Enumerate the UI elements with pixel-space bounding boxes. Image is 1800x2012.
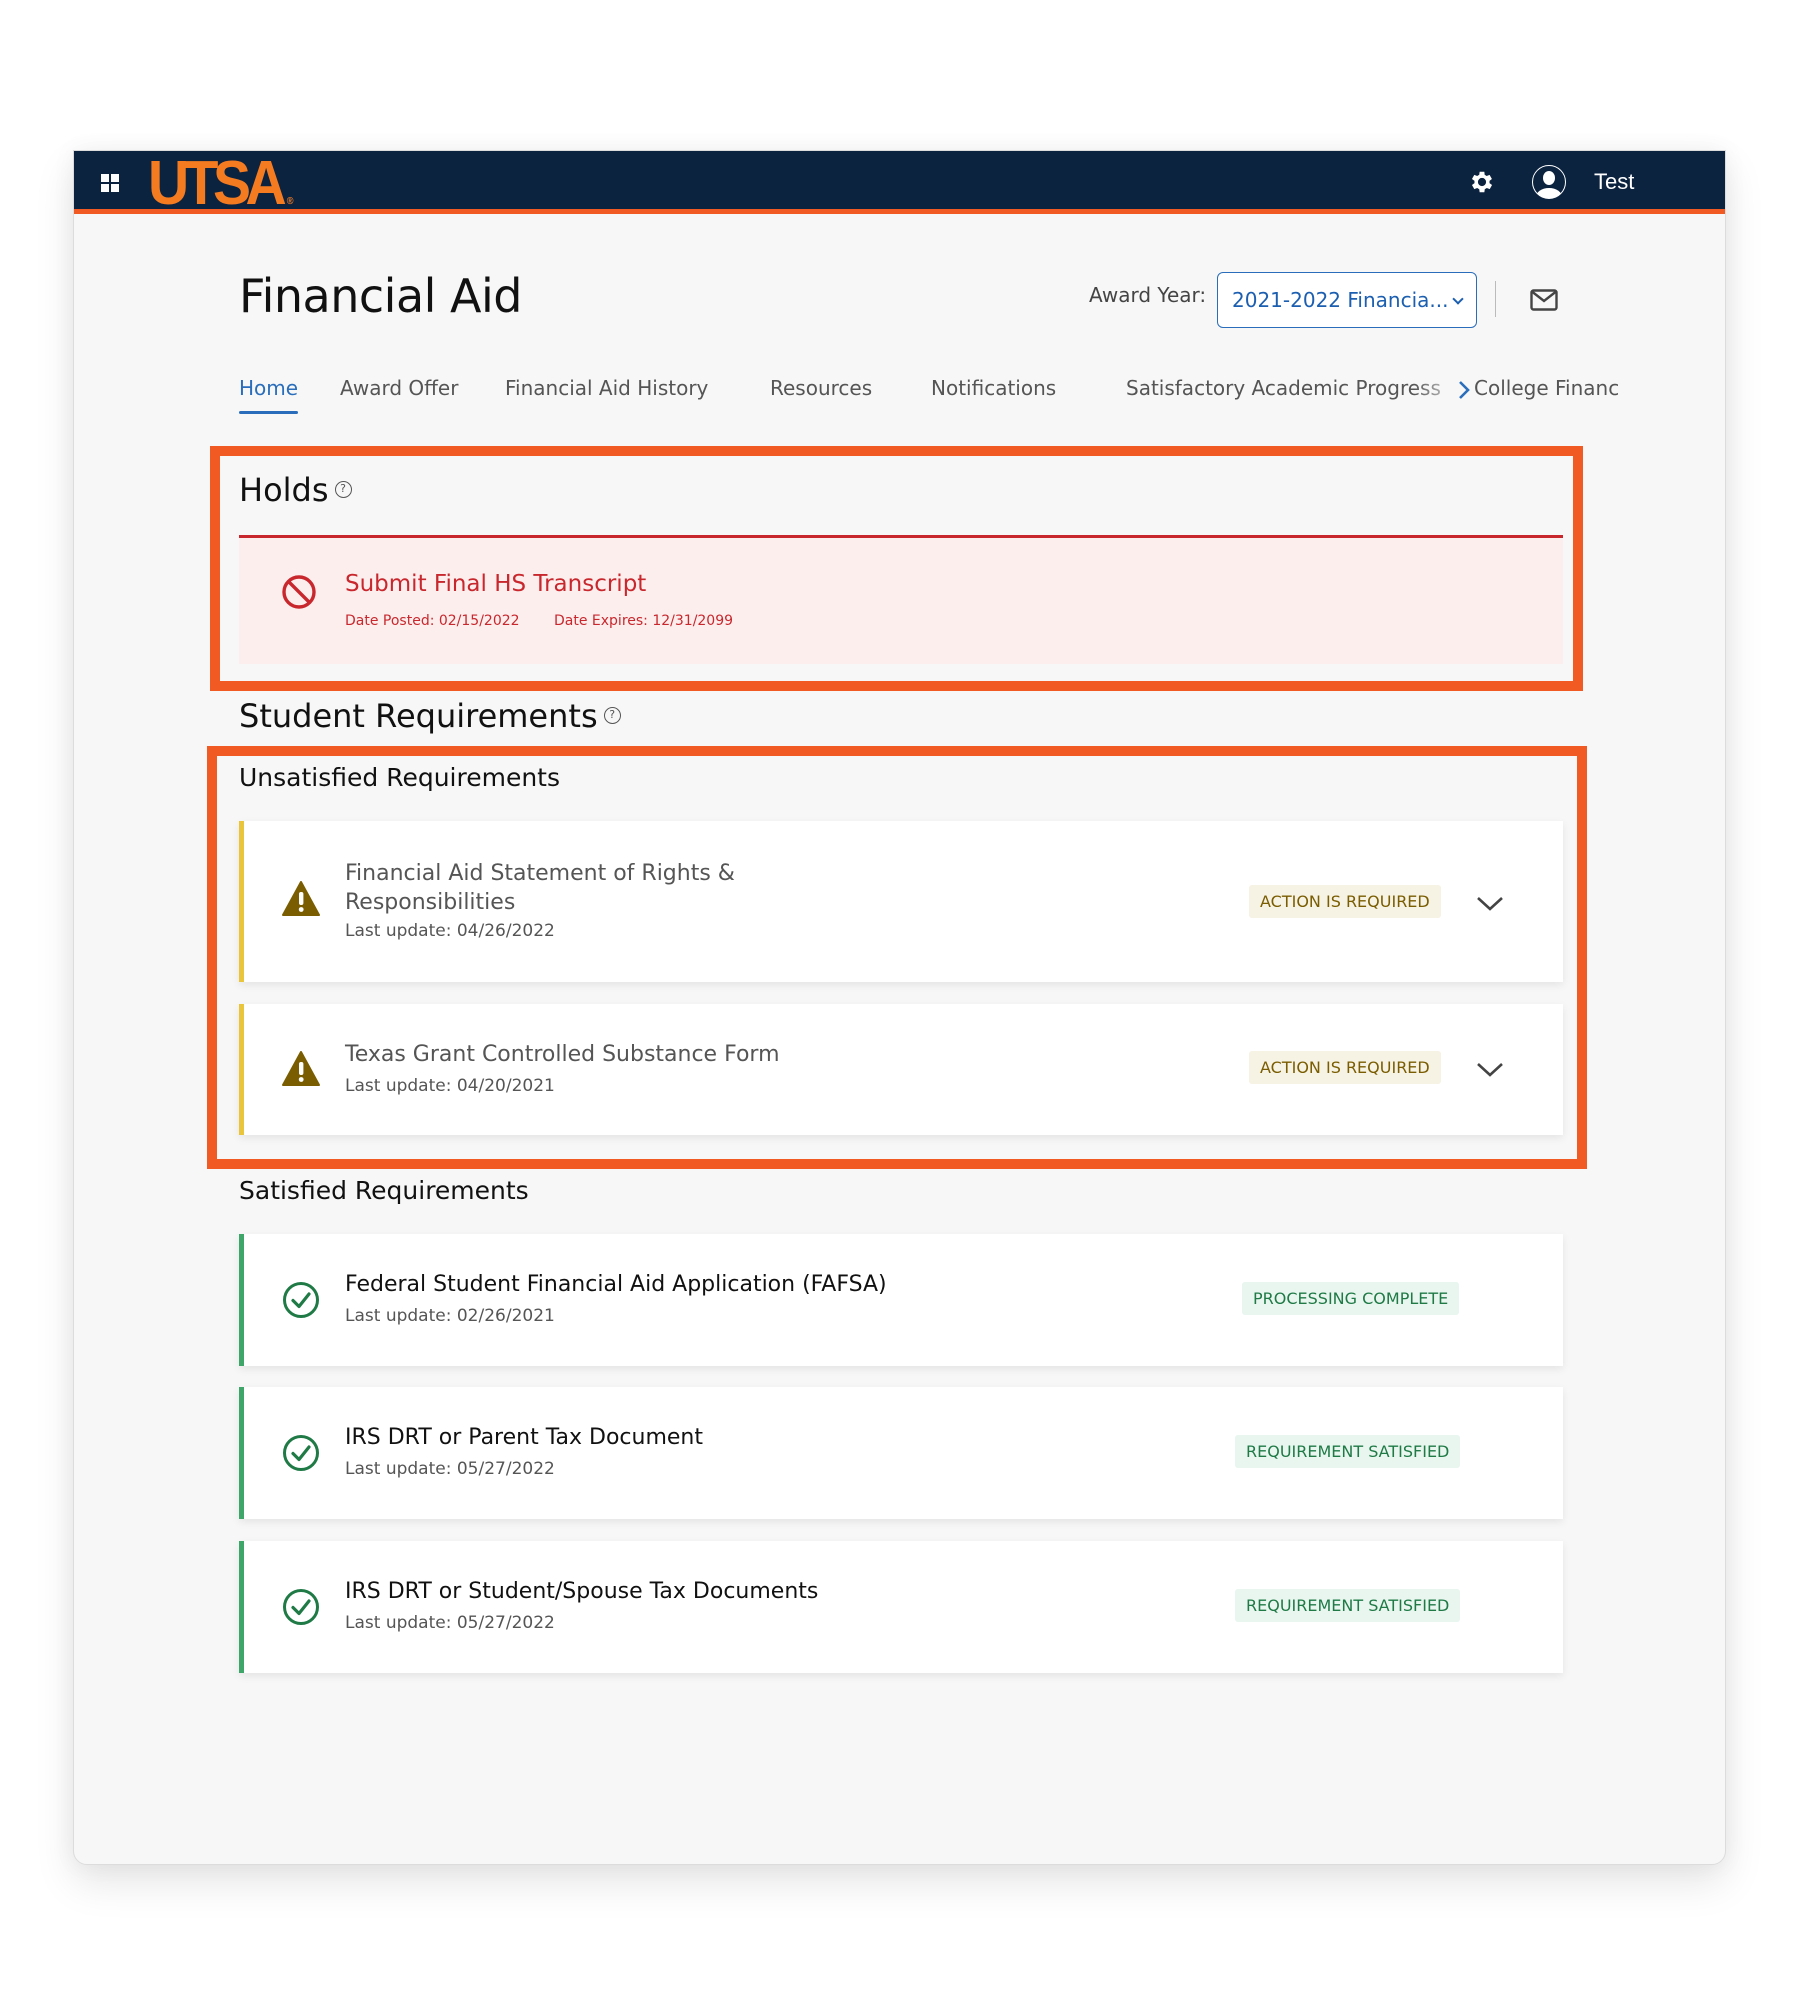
requirement-card: IRS DRT or Student/Spouse Tax Documents …	[239, 1541, 1563, 1673]
requirement-title[interactable]: Texas Grant Controlled Substance Form	[345, 1040, 865, 1069]
student-requirements-heading-text: Student Requirements	[239, 697, 598, 735]
check-circle-icon	[283, 1589, 319, 1625]
warning-icon	[282, 881, 320, 916]
requirement-last-update: Last update: 04/20/2021	[345, 1076, 555, 1096]
warning-icon	[282, 1051, 320, 1086]
requirement-title[interactable]: IRS DRT or Student/Spouse Tax Documents	[345, 1577, 1145, 1606]
chevron-down-icon[interactable]	[1475, 1057, 1505, 1081]
tab-financial-aid-history[interactable]: Financial Aid History	[505, 376, 708, 400]
status-badge: REQUIREMENT SATISFIED	[1235, 1589, 1461, 1622]
award-year-label: Award Year:	[1089, 283, 1207, 307]
apps-grid-icon[interactable]	[101, 174, 119, 192]
chevron-down-icon[interactable]	[1475, 891, 1505, 915]
requirement-last-update: Last update: 05/27/2022	[345, 1613, 555, 1633]
gear-icon[interactable]	[1468, 168, 1496, 196]
holds-heading-text: Holds	[239, 471, 329, 509]
help-icon[interactable]: ?	[334, 480, 352, 498]
tab-college-financing[interactable]: College Financ	[1474, 376, 1619, 400]
requirement-card: Texas Grant Controlled Substance Form La…	[239, 1004, 1563, 1135]
tab-notifications[interactable]: Notifications	[931, 376, 1056, 400]
requirement-card: IRS DRT or Parent Tax Document Last upda…	[239, 1387, 1563, 1519]
requirement-title[interactable]: Financial Aid Statement of Rights & Resp…	[345, 859, 865, 917]
hold-date-posted: Date Posted: 02/15/2022	[345, 613, 520, 629]
tab-resources[interactable]: Resources	[770, 376, 872, 400]
unsatisfied-heading: Unsatisfied Requirements	[239, 763, 561, 792]
student-requirements-heading: Student Requirements?	[239, 697, 621, 735]
chevron-right-icon[interactable]	[1452, 375, 1476, 405]
requirement-last-update: Last update: 02/26/2021	[345, 1306, 555, 1326]
award-year-dropdown[interactable]: 2021-2022 Financia...	[1217, 272, 1477, 328]
check-circle-icon	[283, 1435, 319, 1471]
status-bar	[239, 1541, 244, 1673]
page-title: Financial Aid	[239, 269, 523, 323]
status-bar	[239, 821, 244, 982]
logo-text: UTSA	[148, 150, 287, 218]
satisfied-heading: Satisfied Requirements	[239, 1176, 529, 1205]
utsa-logo[interactable]: UTSA ®	[148, 153, 294, 233]
requirement-last-update: Last update: 04/26/2022	[345, 921, 555, 941]
requirement-title[interactable]: IRS DRT or Parent Tax Document	[345, 1423, 1145, 1452]
holds-heading: Holds?	[239, 471, 352, 509]
requirement-title[interactable]: Federal Student Financial Aid Applicatio…	[345, 1270, 1145, 1299]
status-bar	[239, 1234, 244, 1366]
top-bar: UTSA ® Test	[74, 151, 1725, 215]
tab-home[interactable]: Home	[239, 376, 299, 414]
status-bar	[239, 1387, 244, 1519]
requirement-card: Federal Student Financial Aid Applicatio…	[239, 1234, 1563, 1366]
check-circle-icon	[283, 1282, 319, 1318]
status-bar	[239, 1004, 244, 1135]
award-year-value: 2021-2022 Financia...	[1232, 288, 1449, 312]
tab-satisfactory-academic-progress[interactable]: Satisfactory Academic Progress	[1126, 376, 1441, 400]
status-badge: REQUIREMENT SATISFIED	[1235, 1435, 1461, 1468]
divider	[1495, 281, 1496, 317]
hold-item: Submit Final HS Transcript Date Posted: …	[239, 538, 1563, 664]
user-avatar-icon[interactable]	[1531, 164, 1567, 200]
envelope-icon[interactable]	[1530, 289, 1558, 311]
app-window: UTSA ® Test Financial Aid Award Year: 202…	[73, 150, 1726, 1865]
requirement-last-update: Last update: 05/27/2022	[345, 1459, 555, 1479]
status-badge: ACTION IS REQUIRED	[1249, 885, 1441, 918]
status-badge: ACTION IS REQUIRED	[1249, 1051, 1441, 1084]
requirement-card: Financial Aid Statement of Rights & Resp…	[239, 821, 1563, 982]
tab-award-offer[interactable]: Award Offer	[340, 376, 458, 400]
chevron-down-icon	[1452, 293, 1465, 305]
user-name[interactable]: Test	[1594, 168, 1634, 196]
prohibited-icon	[282, 575, 316, 609]
hold-date-expires: Date Expires: 12/31/2099	[554, 613, 734, 629]
help-icon[interactable]: ?	[603, 706, 621, 724]
status-badge: PROCESSING COMPLETE	[1242, 1282, 1460, 1315]
hold-title[interactable]: Submit Final HS Transcript	[345, 571, 646, 597]
